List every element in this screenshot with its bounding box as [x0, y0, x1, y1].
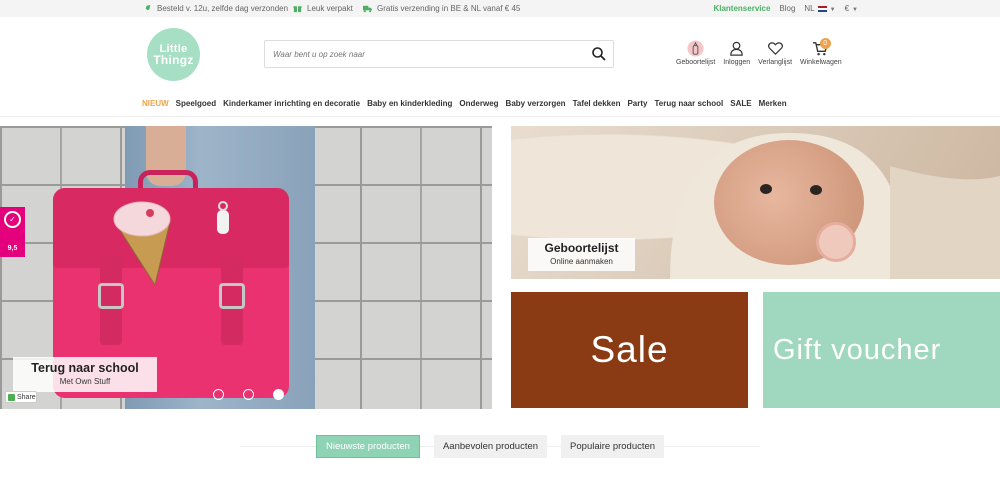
usp-text: Leuk verpakt	[307, 4, 353, 13]
baby-bottle-icon	[687, 40, 704, 57]
birthlist-subtitle: Online aanmaken	[550, 257, 613, 266]
usp-free-shipping: Gratis verzending in BE & NL vanaf € 45	[363, 4, 520, 13]
nav-item-merken[interactable]: Merken	[759, 99, 787, 108]
cart-label: Winkelwagen	[800, 59, 842, 66]
user-icon	[730, 41, 743, 56]
hero-caption[interactable]: Terug naar school Met Own Stuff	[13, 357, 157, 392]
nav-item-kleding[interactable]: Baby en kinderkleding	[367, 99, 452, 108]
usp-text: Besteld v. 12u, zelfde dag verzonden	[157, 4, 289, 13]
language-label: NL	[804, 4, 815, 13]
slider-dot[interactable]	[213, 389, 224, 400]
birthlist-button[interactable]: Geboortelijst	[676, 40, 715, 66]
bag-tag	[217, 201, 229, 234]
sale-banner[interactable]: Sale	[511, 292, 748, 408]
tab-recommended[interactable]: Aanbevolen producten	[433, 435, 548, 458]
top-bar: Besteld v. 12u, zelfde dag verzonden Leu…	[0, 0, 1000, 17]
search-input[interactable]	[273, 47, 573, 62]
pacifier	[816, 222, 856, 262]
truck-icon	[363, 5, 372, 13]
nav-item-onderweg[interactable]: Onderweg	[459, 99, 498, 108]
product-tabs: Nieuwste producten Aanbevolen producten …	[316, 435, 665, 458]
top-links: Klantenservice Blog NL ▼ € ▼	[713, 4, 858, 13]
review-badge[interactable]: ✓ 9,5	[0, 207, 25, 257]
tab-popular[interactable]: Populaire producten	[561, 435, 665, 458]
nav-item-party[interactable]: Party	[627, 99, 647, 108]
slider-dots	[213, 389, 284, 400]
review-score: 9,5	[7, 245, 18, 252]
usp-shipping: Besteld v. 12u, zelfde dag verzonden	[143, 4, 288, 13]
gift-voucher-label: Gift voucher	[773, 333, 942, 366]
nav-item-verzorgen[interactable]: Baby verzorgen	[506, 99, 566, 108]
customer-service-link[interactable]: Klantenservice	[713, 4, 770, 13]
gift-icon	[293, 5, 302, 13]
usp-text: Gratis verzending in BE & NL vanaf € 45	[377, 4, 521, 13]
rocket-icon	[144, 4, 151, 12]
birthlist-title: Geboortelijst	[544, 241, 619, 255]
sale-banner-label: Sale	[590, 329, 669, 370]
nav-item-school[interactable]: Terug naar school	[654, 99, 723, 108]
checkmark-icon: ✓	[4, 211, 21, 228]
currency-label: €	[844, 4, 850, 13]
language-select[interactable]: NL ▼	[804, 4, 835, 13]
gift-voucher-banner[interactable]: Gift voucher	[763, 292, 1000, 408]
blog-link[interactable]: Blog	[779, 4, 795, 13]
bag-buckle-left	[98, 283, 124, 309]
site-logo[interactable]: Little Thingz	[147, 28, 200, 81]
header-actions: Geboortelijst Inloggen Verlanglijst 0 Wi…	[676, 38, 850, 66]
cart-count-badge: 0	[819, 38, 831, 49]
share-icon	[8, 393, 15, 401]
slider-dot-active[interactable]	[273, 389, 284, 400]
bag-buckle-right	[219, 283, 245, 309]
birthlist-label: Geboortelijst	[676, 59, 716, 66]
chevron-down-icon: ▼	[829, 7, 836, 13]
nav-item-tafel-dekken[interactable]: Tafel dekken	[573, 99, 621, 108]
slider-dot[interactable]	[243, 389, 254, 400]
baby-eye	[810, 185, 822, 195]
tab-newest[interactable]: Nieuwste producten	[316, 435, 420, 458]
nav-item-speelgoed[interactable]: Speelgoed	[176, 99, 216, 108]
nav-item-nieuw[interactable]: NIEUW	[142, 99, 169, 108]
nav-item-sale[interactable]: SALE	[730, 99, 751, 108]
nav-item-kinderkamer[interactable]: Kinderkamer inrichting en decoratie	[223, 99, 360, 108]
logo-line2: Thingz	[153, 52, 194, 67]
search-bar	[264, 40, 614, 68]
nav-divider	[0, 116, 1000, 117]
usp-packaging: Leuk verpakt	[293, 4, 353, 13]
cart-button[interactable]: 0 Winkelwagen	[800, 38, 842, 66]
share-label: Share	[17, 393, 36, 401]
login-label: Inloggen	[723, 59, 751, 66]
hero-title: Terug naar school	[31, 361, 139, 375]
main-nav: NIEUW Speelgoed Kinderkamer inrichting e…	[142, 99, 787, 108]
birthlist-caption[interactable]: Geboortelijst Online aanmaken	[528, 238, 635, 271]
share-button[interactable]: Share	[5, 391, 37, 403]
login-button[interactable]: Inloggen	[723, 40, 750, 66]
heart-icon	[767, 42, 783, 56]
nl-flag-icon	[817, 5, 827, 12]
wishlist-label: Verlanglijst	[758, 59, 793, 66]
chevron-down-icon: ▼	[852, 7, 858, 13]
hero-subtitle: Met Own Stuff	[59, 377, 111, 386]
search-icon[interactable]	[591, 46, 607, 62]
baby-eye	[760, 184, 772, 194]
currency-select[interactable]: € ▼	[845, 4, 858, 13]
wishlist-button[interactable]: Verlanglijst	[758, 40, 792, 66]
